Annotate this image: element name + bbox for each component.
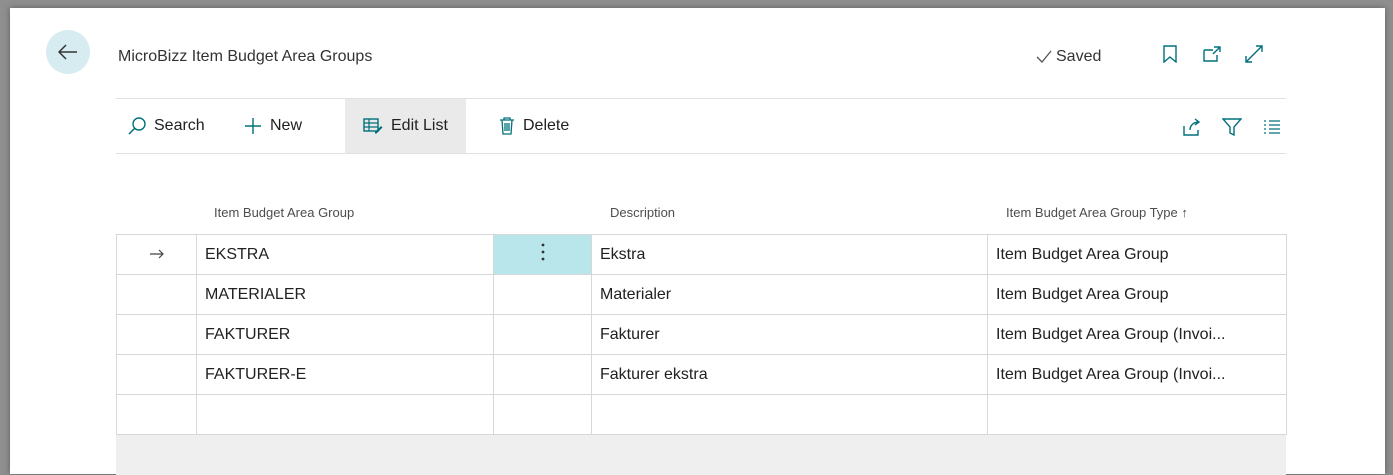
table-row[interactable]: FAKTURER-E Fakturer ekstra Item Budget Are… [116, 354, 1287, 395]
expand-icon [1245, 45, 1263, 63]
expand-button[interactable] [1244, 44, 1264, 64]
page-header-icons [1160, 44, 1264, 64]
empty-cell[interactable] [493, 394, 592, 435]
edit-list-label: Edit List [391, 117, 448, 134]
page-title: MicroBizz Item Budget Area Groups [118, 48, 373, 65]
page-window: MicroBizz Item Budget Area Groups Saved [10, 8, 1385, 475]
bookmark-button[interactable] [1160, 44, 1180, 64]
empty-cell[interactable] [591, 394, 988, 435]
cell-group[interactable]: FAKTURER [196, 314, 494, 355]
action-bar: Search New Edit List Delete [116, 99, 1286, 153]
new-label: New [270, 117, 303, 134]
bookmark-icon [1163, 45, 1177, 63]
more-options-icon[interactable] [541, 243, 545, 261]
share-button[interactable] [1182, 117, 1202, 137]
row-indicator-cell[interactable] [116, 234, 197, 275]
grid-footer-area [116, 435, 1286, 475]
action-bar-right [1182, 117, 1282, 137]
new-entry-row[interactable] [116, 394, 1287, 435]
saved-label: Saved [1056, 48, 1102, 65]
column-header-type[interactable]: Item Budget Area Group Type ↑ [1006, 205, 1188, 220]
filter-button[interactable] [1222, 117, 1242, 137]
table-row[interactable]: EKSTRA Ekstra Item Budget Area Group [116, 234, 1287, 275]
delete-label: Delete [523, 117, 570, 134]
empty-cell[interactable] [987, 394, 1287, 435]
arrow-left-icon [58, 44, 77, 60]
cell-description[interactable]: Ekstra [591, 234, 988, 275]
search-button[interactable]: Search [128, 99, 205, 153]
cell-group[interactable]: EKSTRA [196, 234, 494, 275]
edit-list-icon [363, 118, 383, 134]
list-view-button[interactable] [1262, 117, 1282, 137]
filter-icon [1222, 118, 1242, 136]
row-actions-cell[interactable] [493, 274, 592, 315]
checkmark-icon [1036, 50, 1052, 63]
open-new-window-button[interactable] [1202, 44, 1222, 64]
row-indicator-cell[interactable] [116, 354, 197, 395]
row-indicator-cell[interactable] [116, 314, 197, 355]
list-icon [1264, 120, 1280, 134]
search-icon [128, 117, 146, 135]
new-button[interactable]: New [244, 99, 302, 153]
cell-type[interactable]: Item Budget Area Group [987, 234, 1287, 275]
row-arrow-icon [149, 249, 164, 258]
back-button[interactable] [46, 30, 90, 74]
delete-button[interactable]: Delete [499, 99, 569, 153]
cell-type[interactable]: Item Budget Area Group [987, 274, 1287, 315]
empty-cell[interactable] [196, 394, 494, 435]
column-header-description[interactable]: Description [610, 205, 675, 220]
cell-type[interactable]: Item Budget Area Group (Invoi... [987, 354, 1287, 395]
open-in-new-window-icon [1203, 46, 1221, 62]
row-actions-cell[interactable] [493, 314, 592, 355]
row-actions-cell[interactable] [493, 354, 592, 395]
action-bar-divider [116, 153, 1286, 154]
saved-status: Saved [1036, 48, 1101, 66]
plus-icon [245, 118, 261, 134]
row-actions-cell[interactable] [493, 234, 592, 275]
trash-icon [500, 117, 514, 135]
row-indicator-cell[interactable] [116, 274, 197, 315]
list-grid: Item Budget Area Group Description Item … [116, 193, 1287, 475]
cell-description[interactable]: Fakturer ekstra [591, 354, 988, 395]
cell-description[interactable]: Fakturer [591, 314, 988, 355]
data-table: EKSTRA Ekstra Item Budget Area Group MATERI… [116, 234, 1287, 435]
column-header-group[interactable]: Item Budget Area Group [214, 205, 354, 220]
table-row[interactable]: FAKTURER Fakturer Item Budget Area Group (… [116, 314, 1287, 355]
table-row[interactable]: MATERIALER Materialer Item Budget Area Gro… [116, 274, 1287, 315]
search-label: Search [154, 117, 205, 134]
cell-type[interactable]: Item Budget Area Group (Invoi... [987, 314, 1287, 355]
cell-group[interactable]: MATERIALER [196, 274, 494, 315]
cell-group[interactable]: FAKTURER-E [196, 354, 494, 395]
share-icon [1183, 118, 1201, 136]
cell-description[interactable]: Materialer [591, 274, 988, 315]
empty-cell[interactable] [116, 394, 197, 435]
edit-list-button[interactable]: Edit List [345, 99, 466, 153]
